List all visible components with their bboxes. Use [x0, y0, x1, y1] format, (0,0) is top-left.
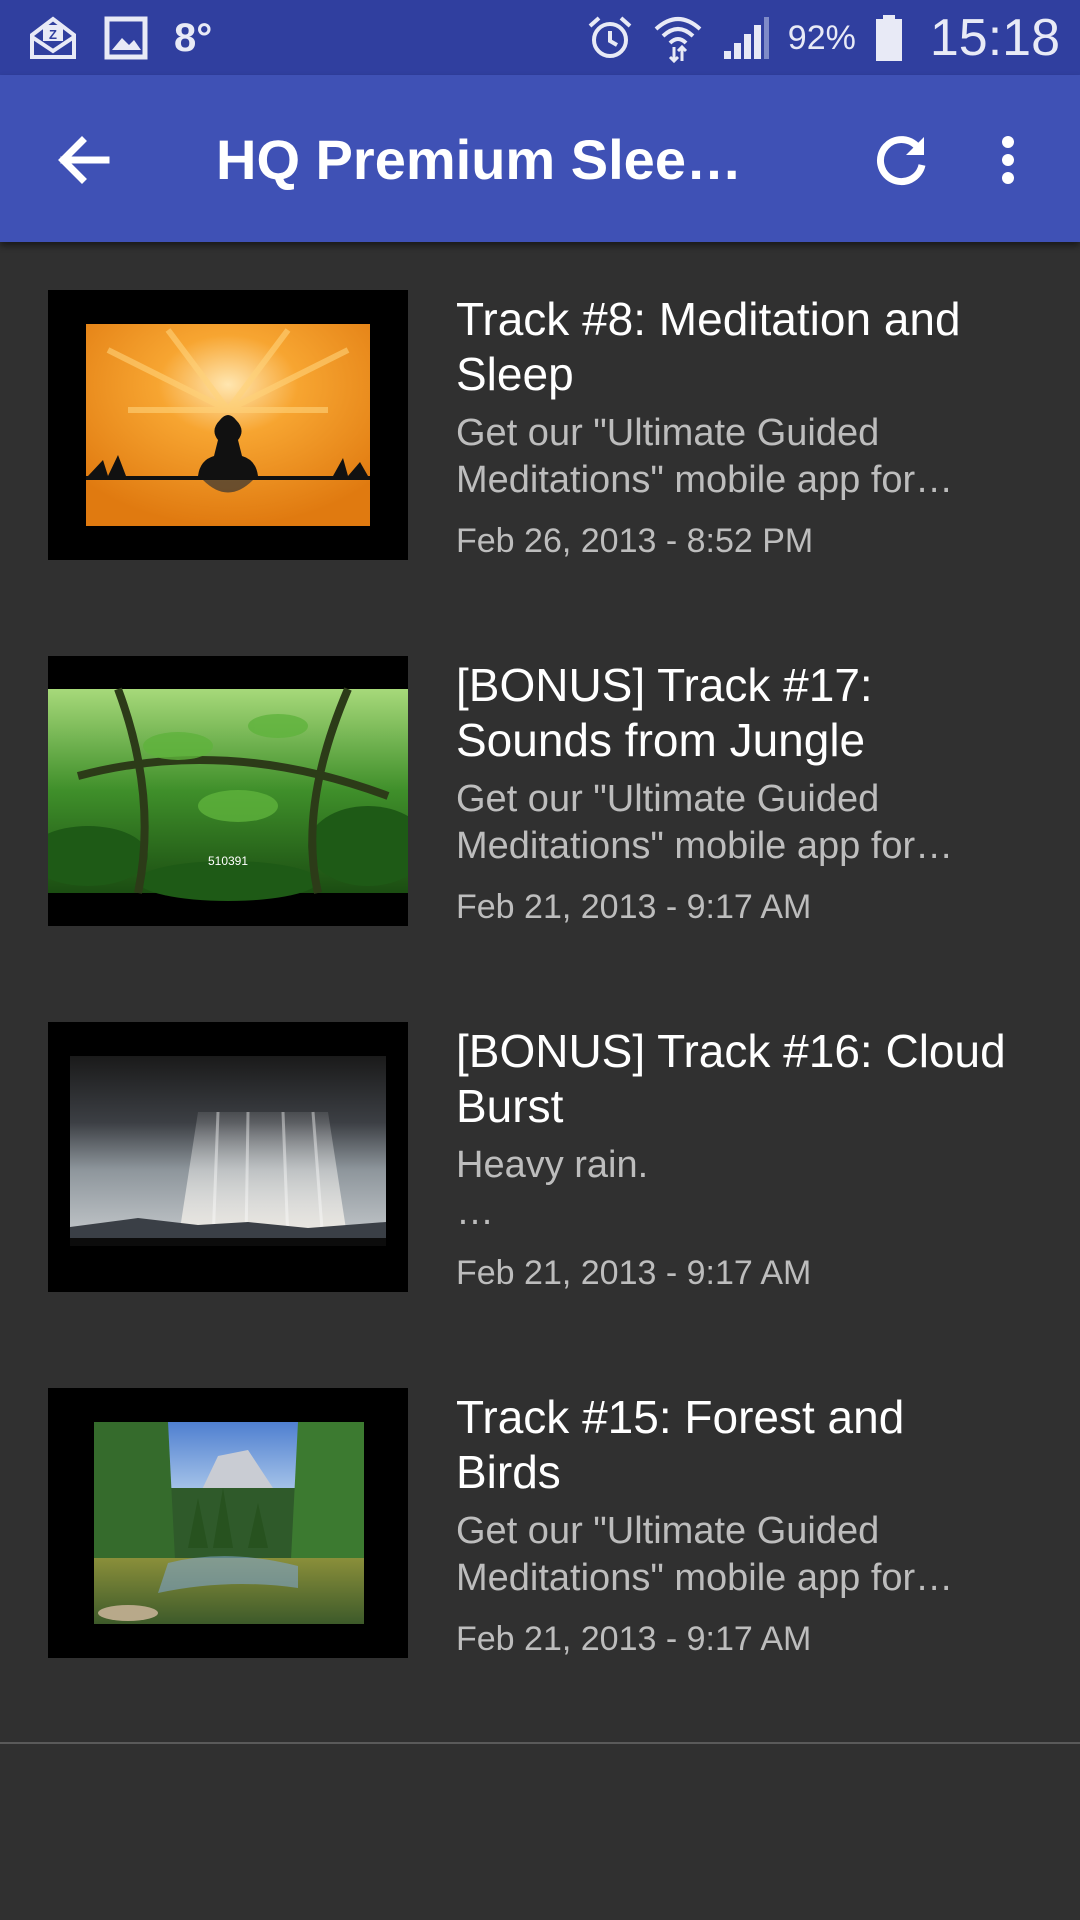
alarm-icon — [586, 14, 634, 62]
list-item[interactable]: 510391 [BONUS] Track #17: Sounds from Ju… — [0, 608, 1080, 974]
track-title: Track #8: Meditation and Sleep — [456, 293, 961, 400]
back-arrow-icon[interactable] — [50, 125, 120, 195]
track-thumbnail-jungle: 510391 — [48, 656, 408, 926]
track-date: Feb 21, 2013 - 9:17 AM — [456, 1254, 812, 1292]
svg-text:Z: Z — [49, 27, 57, 42]
list-item[interactable]: [BONUS] Track #16: Cloud Burst Heavy rai… — [0, 974, 1080, 1340]
list-item[interactable]: Track #15: Forest and Birds Get our "Ult… — [0, 1340, 1080, 1706]
track-list: Track #8: Meditation and Sleep Get our "… — [0, 242, 1080, 1706]
image-icon — [104, 16, 148, 60]
thumbnail-watermark: 510391 — [208, 854, 248, 868]
signal-icon — [722, 15, 770, 61]
track-title: [BONUS] Track #16: Cloud Burst — [456, 1025, 1006, 1132]
battery-percent: 92% — [787, 18, 856, 57]
refresh-icon[interactable] — [866, 125, 936, 195]
track-title: [BONUS] Track #17: Sounds from Jungle — [456, 659, 873, 766]
clock: 15:18 — [929, 9, 1060, 67]
track-description: Get our "Ultimate Guided Meditations" mo… — [456, 778, 954, 867]
temperature-label: 8° — [174, 15, 213, 60]
track-thumbnail-meditation — [48, 290, 408, 560]
status-bar: Z 8° 92% 15:18 — [0, 0, 1080, 75]
email-icon: Z — [28, 15, 78, 61]
app-bar: HQ Premium Sleep… — [0, 75, 1080, 242]
track-date: Feb 21, 2013 - 9:17 AM — [456, 888, 812, 926]
list-divider — [0, 1742, 1080, 1744]
track-date: Feb 26, 2013 - 8:52 PM — [456, 522, 814, 560]
track-description: Heavy rain. … — [456, 1144, 649, 1233]
track-date: Feb 21, 2013 - 9:17 AM — [456, 1620, 812, 1658]
track-description: Get our "Ultimate Guided Meditations" mo… — [456, 1510, 954, 1599]
track-title: Track #15: Forest and Birds — [456, 1391, 905, 1498]
track-thumbnail-cloudburst — [48, 1022, 408, 1292]
track-thumbnail-forest — [48, 1388, 408, 1658]
wifi-icon — [652, 13, 704, 63]
page-title: HQ Premium Sleep… — [216, 128, 776, 191]
more-vert-icon[interactable] — [978, 125, 1038, 195]
track-description: Get our "Ultimate Guided Meditations" mo… — [456, 412, 954, 501]
battery-icon — [874, 14, 904, 62]
list-item[interactable]: Track #8: Meditation and Sleep Get our "… — [0, 242, 1080, 608]
